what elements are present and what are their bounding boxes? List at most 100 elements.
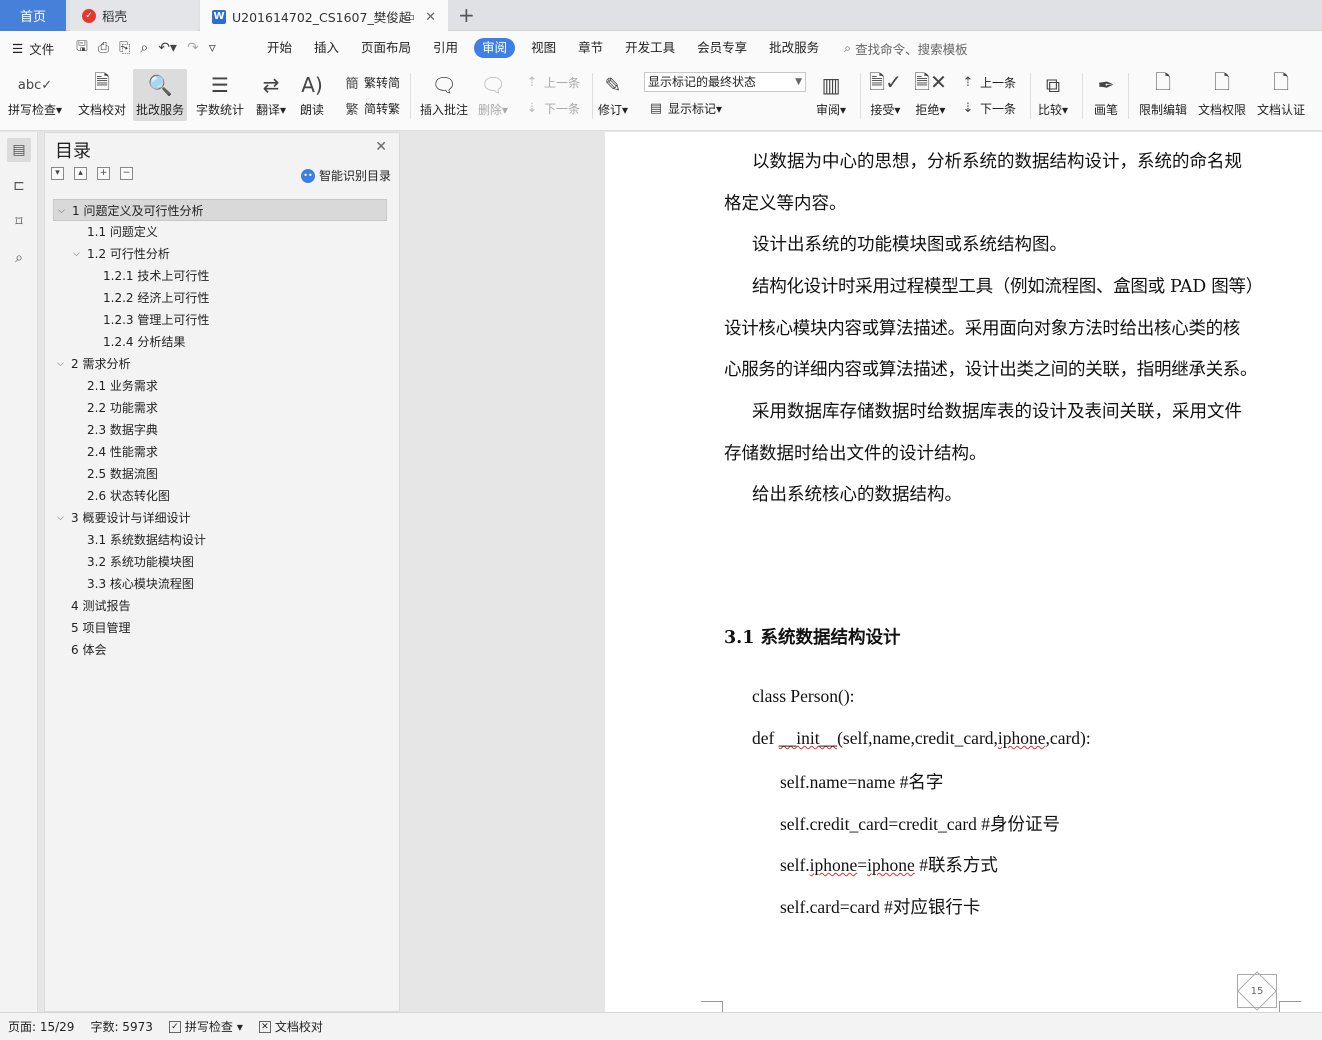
toc-item[interactable]: ⌵ 3 概要设计与详细设计 (53, 507, 387, 529)
toc-item[interactable]: 5 项目管理 (53, 617, 387, 639)
add-heading-icon[interactable]: + (97, 167, 110, 180)
toc-item-label: 2.1 业务需求 (87, 379, 158, 393)
trad-to-simp-button[interactable]: 簡 繁转简 (344, 72, 400, 92)
expand-all-icon[interactable]: ▾ (51, 167, 64, 180)
tab-close-icon[interactable]: ✕ (425, 10, 436, 25)
reject-button[interactable]: 🗎✕ 拒绝▾ (914, 69, 947, 119)
toc-item[interactable]: 2.2 功能需求 (53, 397, 387, 419)
compare-button[interactable]: ⧉ 比较▾ (1038, 69, 1068, 119)
chevron-down-icon[interactable]: ⌵ (58, 200, 65, 222)
paragraph-5-text: 给出系统核心的数据结构。 (752, 485, 962, 505)
toc-item[interactable]: 1.2.1 技术上可行性 (53, 265, 387, 287)
menu-tab-insert[interactable]: 插入 (303, 38, 350, 58)
toc-item[interactable]: 2.4 性能需求 (53, 441, 387, 463)
toc-item[interactable]: 2.6 状态转化图 (53, 485, 387, 507)
tab-daoke[interactable]: ✓ 稻壳 (70, 0, 198, 31)
page-indicator[interactable]: 页面: 15/29 (0, 1018, 82, 1035)
toc-item[interactable]: 2.1 业务需求 (53, 375, 387, 397)
toc-panel-icon[interactable]: ▤ (7, 138, 31, 162)
toc-item[interactable]: 3.1 系统数据结构设计 (53, 529, 387, 551)
show-markup-button[interactable]: ▤ 显示标记▾ (648, 98, 722, 118)
collapse-all-icon[interactable]: ▴ (74, 167, 87, 180)
pen-button[interactable]: ✒ 画笔 (1094, 69, 1118, 119)
chevron-down-icon[interactable]: ⌵ (57, 353, 64, 375)
track-changes-button[interactable]: ✎ 修订▾ (598, 69, 628, 119)
toc-item[interactable]: ⌵ 2 需求分析 (53, 353, 387, 375)
document-page[interactable]: 以数据为中心的思想，分析系统的数据结构设计，系统的命名规 格定义等内容。 设计出… (605, 132, 1322, 1012)
toc-panel: 目录 ✕ ▾ ▴ + − •• 智能识别目录 ⌵ 1 问题定义及可行性分析 1.1 … (44, 132, 400, 1012)
delete-comment-button[interactable]: 🗨 删除▾ (478, 69, 508, 119)
simp-to-trad-button[interactable]: 繁 简转繁 (344, 98, 400, 118)
menu-tab-review[interactable]: 审阅 (474, 38, 516, 58)
word-count-label: 字数统计 (196, 103, 245, 117)
toc-item[interactable]: 4 测试报告 (53, 595, 387, 617)
prev-change-button[interactable]: ⇡ 上一条 (960, 72, 1016, 92)
toc-item[interactable]: 6 体会 (53, 639, 387, 661)
correction-service-button[interactable]: 🔍 批改服务 (133, 69, 188, 121)
tab-document[interactable]: W U201614702_CS1607_樊俊超 ▭ ✕ (200, 0, 448, 31)
toc-item[interactable]: 1.2.2 经济上可行性 (53, 287, 387, 309)
doc-proof-status[interactable]: ✕ 文档校对 (251, 1018, 331, 1035)
word-count-button[interactable]: ☰ 字数统计 (196, 69, 244, 119)
prev-comment-button[interactable]: ⇡ 上一条 (524, 72, 580, 92)
menu-tab-layout[interactable]: 页面布局 (350, 38, 422, 58)
file-menu-button[interactable]: ☰ 文件 (0, 39, 70, 58)
toc-item[interactable]: 1.2.4 分析结果 (53, 331, 387, 353)
doc-permission-button[interactable]: 🗋 文档权限 (1198, 69, 1246, 119)
bookmark-icon[interactable]: ⌑ (7, 210, 31, 234)
toc-item[interactable]: 2.5 数据流图 (53, 463, 387, 485)
menu-tab-view[interactable]: 视图 (520, 38, 567, 58)
menu-tab-member[interactable]: 会员专享 (686, 38, 758, 58)
customize-toolbar-icon[interactable]: ▿ (209, 40, 216, 56)
close-icon[interactable]: ✕ (375, 139, 387, 155)
menu-tab-references[interactable]: 引用 (422, 38, 469, 58)
doc-proof-button[interactable]: 🗎 文档校对 (78, 69, 126, 119)
spell-check-status[interactable]: ✓ 拼写检查 ▾ (161, 1018, 251, 1035)
chevron-down-icon[interactable]: ⌵ (57, 507, 64, 529)
show-markup-icon: ▤ (649, 100, 663, 116)
toc-item[interactable]: 2.3 数据字典 (53, 419, 387, 441)
smart-toc-button[interactable]: •• 智能识别目录 (300, 167, 391, 184)
read-aloud-button[interactable]: A) 朗读 (300, 69, 324, 119)
toc-item[interactable]: ⌵ 1.2 可行性分析 (53, 243, 387, 265)
paragraph-2-text: 设计出系统的功能模块图或系统结构图。 (752, 235, 1067, 255)
save-icon[interactable]: 🖫 (76, 36, 88, 60)
sections-panel-icon[interactable]: ⊏ (7, 174, 31, 198)
export-pdf-icon[interactable]: ⎙ (98, 40, 109, 56)
accept-button[interactable]: 🗎✓ 接受▾ (869, 69, 902, 119)
restrict-edit-button[interactable]: 🗋 限制编辑 (1139, 69, 1187, 119)
toc-item[interactable]: 3.2 系统功能模块图 (53, 551, 387, 573)
tab-popout-icon[interactable]: ▭ (403, 10, 415, 25)
menu-tab-home[interactable]: 开始 (256, 38, 303, 58)
doc-auth-button[interactable]: 🗋 文档认证 (1257, 69, 1305, 119)
doc-auth-icon: 🗋 (1272, 70, 1290, 94)
review-pane-button[interactable]: ▥ 审阅▾ (816, 69, 846, 119)
remove-heading-icon[interactable]: − (120, 167, 133, 180)
undo-icon[interactable]: ↶▾ (158, 40, 177, 56)
next-change-button[interactable]: ⇣ 下一条 (960, 98, 1016, 118)
word-count-indicator[interactable]: 字数: 5973 (82, 1018, 160, 1035)
menu-tab-correction[interactable]: 批改服务 (758, 38, 830, 58)
toc-item[interactable]: 1.2.3 管理上可行性 (53, 309, 387, 331)
find-icon[interactable]: ⌕ (7, 246, 31, 270)
toc-item[interactable]: 3.3 核心模块流程图 (53, 573, 387, 595)
tab-home[interactable]: 首页 (0, 0, 66, 31)
toc-item[interactable]: 1.1 问题定义 (53, 221, 387, 243)
markup-state-select[interactable]: 显示标记的最终状态 ▼ (644, 72, 806, 92)
translate-button[interactable]: ⇄ 翻译▾ (256, 69, 286, 119)
menu-tab-chapter[interactable]: 章节 (567, 38, 614, 58)
print-icon[interactable]: ⎘ (119, 40, 130, 56)
spell-check-button[interactable]: abc✓ 拼写检查▾ (8, 69, 62, 119)
chevron-down-icon[interactable]: ⌵ (73, 243, 80, 265)
menu-tab-developer[interactable]: 开发工具 (614, 38, 686, 58)
smart-toc-label: 智能识别目录 (318, 169, 391, 183)
next-comment-button[interactable]: ⇣ 下一条 (524, 98, 580, 118)
next-change-label: 下一条 (980, 101, 1017, 116)
redo-icon[interactable]: ↷ (187, 40, 199, 56)
print-preview-icon[interactable]: ⌕ (140, 40, 148, 56)
new-tab-button[interactable]: + (458, 5, 475, 25)
toc-item-label: 2.4 性能需求 (87, 445, 158, 459)
toc-item[interactable]: ⌵ 1 问题定义及可行性分析 (53, 199, 387, 221)
insert-comment-button[interactable]: 🗨 插入批注 (420, 69, 468, 119)
command-search[interactable]: ⌕ 查找命令、搜索模板 (844, 39, 968, 58)
